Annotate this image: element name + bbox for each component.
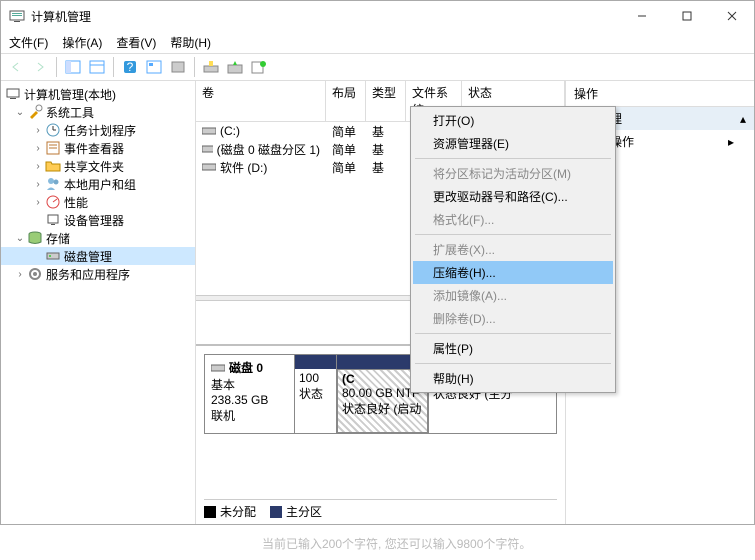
tree-root[interactable]: 计算机管理(本地) [1,85,195,103]
properties-icon[interactable] [86,56,108,78]
svg-text:?: ? [127,60,134,74]
tree-tasksched[interactable]: ›任务计划程序 [1,121,195,139]
refresh-button[interactable] [143,56,165,78]
back-button[interactable] [5,56,27,78]
ctx-mirror: 添加镜像(A)... [413,284,613,307]
toolbar-btn-a[interactable] [167,56,189,78]
expand-toggle[interactable]: ⌄ [13,107,27,118]
menu-action[interactable]: 操作(A) [62,34,102,51]
tree-users[interactable]: ›本地用户和组 [1,175,195,193]
tree-systools[interactable]: ⌄ 系统工具 [1,103,195,121]
ctx-properties[interactable]: 属性(P) [413,337,613,360]
ctx-shrink[interactable]: 压缩卷(H)... [413,261,613,284]
tools-icon [27,104,43,120]
tree-storage[interactable]: ⌄存储 [1,229,195,247]
col-layout[interactable]: 布局 [326,81,366,121]
context-menu: 打开(O) 资源管理器(E) 将分区标记为活动分区(M) 更改驱动器号和路径(C… [410,106,616,393]
help-button[interactable]: ? [119,56,141,78]
col-type[interactable]: 类型 [366,81,406,121]
ctx-open[interactable]: 打开(O) [413,109,613,132]
ctx-markactive: 将分区标记为活动分区(M) [413,162,613,185]
app-icon [9,8,25,24]
disk-icon [45,248,61,264]
tree-services[interactable]: ›服务和应用程序 [1,265,195,283]
storage-icon [27,230,43,246]
close-button[interactable] [709,1,754,31]
drive-icon [202,162,216,172]
computer-icon [5,86,21,102]
maximize-button[interactable] [664,1,709,31]
ctx-format: 格式化(F)... [413,208,613,231]
legend: 未分配 主分区 [204,499,557,520]
disk-info: 磁盘 0 基本 238.35 GB 联机 [205,355,295,433]
tree-devmgr[interactable]: 设备管理器 [1,211,195,229]
app-window: 计算机管理 文件(F) 操作(A) 查看(V) 帮助(H) ? [0,0,755,525]
window-title: 计算机管理 [31,8,619,25]
col-volume[interactable]: 卷 [196,81,326,121]
tree-perf[interactable]: ›性能 [1,193,195,211]
footer-hint: 当前已输入200个字符, 您还可以输入9800个字符。 [262,535,531,552]
ctx-delete: 删除卷(D)... [413,307,613,330]
toolbar: ? [1,53,754,81]
titlebar: 计算机管理 [1,1,754,31]
menu-view[interactable]: 查看(V) [116,34,156,51]
clock-icon [45,122,61,138]
tree-pane: 计算机管理(本地) ⌄ 系统工具 ›任务计划程序 ›事件查看器 ›共享文件夹 ›… [1,81,196,524]
ctx-explorer[interactable]: 资源管理器(E) [413,132,613,155]
chevron-right-icon: ▸ [728,135,734,149]
event-icon [45,140,61,156]
menu-file[interactable]: 文件(F) [9,34,48,51]
perf-icon [45,194,61,210]
folder-shared-icon [45,158,61,174]
actions-header: 操作 [566,81,754,107]
services-icon [27,266,43,282]
drive-icon [202,144,213,154]
users-icon [45,176,61,192]
toolbar-btn-d[interactable] [248,56,270,78]
drive-icon [202,126,216,136]
minimize-button[interactable] [619,1,664,31]
tree-diskmgmt[interactable]: 磁盘管理 [1,247,195,265]
tree-eventvwr[interactable]: ›事件查看器 [1,139,195,157]
forward-button[interactable] [29,56,51,78]
menu-help[interactable]: 帮助(H) [170,34,211,51]
collapse-icon: ▴ [740,112,746,126]
toolbar-btn-c[interactable] [224,56,246,78]
partition-0[interactable]: 100状态 [295,355,337,433]
drive-icon [211,363,225,373]
toolbar-btn-b[interactable] [200,56,222,78]
show-hide-tree-button[interactable] [62,56,84,78]
main-area: 计算机管理(本地) ⌄ 系统工具 ›任务计划程序 ›事件查看器 ›共享文件夹 ›… [1,81,754,524]
device-icon [45,212,61,228]
menubar: 文件(F) 操作(A) 查看(V) 帮助(H) [1,31,754,53]
ctx-help[interactable]: 帮助(H) [413,367,613,390]
tree-shared[interactable]: ›共享文件夹 [1,157,195,175]
ctx-extend: 扩展卷(X)... [413,238,613,261]
ctx-changeletter[interactable]: 更改驱动器号和路径(C)... [413,185,613,208]
